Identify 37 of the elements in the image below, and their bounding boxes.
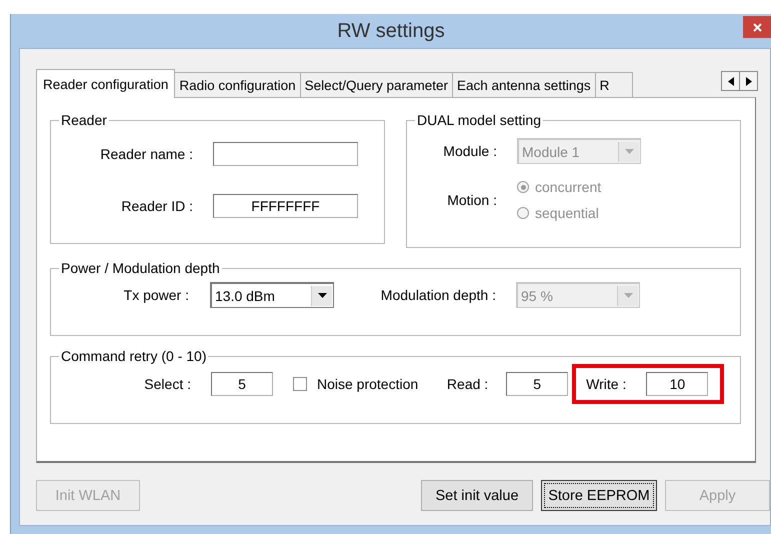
dialog-button[interactable]: Store EEPROM [541,480,657,511]
tab[interactable]: Reader configuration [36,69,176,98]
window-title: RW settings [337,20,445,42]
text-field[interactable]: 5 [506,372,568,396]
dropdown[interactable]: 13.0 dBm [210,282,334,308]
radio-label: sequential [535,205,599,221]
scroll-left-button[interactable] [721,71,740,91]
group-title: DUAL model setting [416,112,542,128]
field-label: Write : [586,376,626,392]
close-button[interactable] [743,16,771,38]
group-title: Power / Modulation depth [60,260,221,276]
field-label: Module : [442,143,497,159]
text-field[interactable]: 5 [211,372,273,396]
field-label: Reader name : [99,146,193,162]
dialog-button[interactable]: Set init value [421,480,533,511]
field-label: Motion : [446,192,497,208]
radio-label: concurrent [535,179,602,195]
text-field[interactable]: FFFFFFFF [213,194,358,218]
field-label: Modulation depth : [380,287,496,303]
text-field[interactable]: 10 [646,372,708,396]
field-label: Reader ID : [120,198,193,214]
field-label: Tx power : [122,287,189,303]
checkbox[interactable] [293,377,307,391]
caret-icon [618,142,639,162]
group-title: Reader [60,112,108,128]
field-label: Read : [446,376,488,392]
caret-icon [311,286,332,306]
text-field[interactable] [213,142,358,166]
close-icon [752,22,762,32]
field-label: Select : [143,376,191,392]
right-arrow-icon [746,76,752,86]
left-arrow-icon [728,76,734,86]
group-title: Command retry (0 - 10) [60,348,208,364]
scroll-right-button[interactable] [739,71,758,91]
checkbox-label: Noise protection [317,376,418,392]
caret-icon [617,286,638,306]
tab[interactable]: R [594,72,633,97]
